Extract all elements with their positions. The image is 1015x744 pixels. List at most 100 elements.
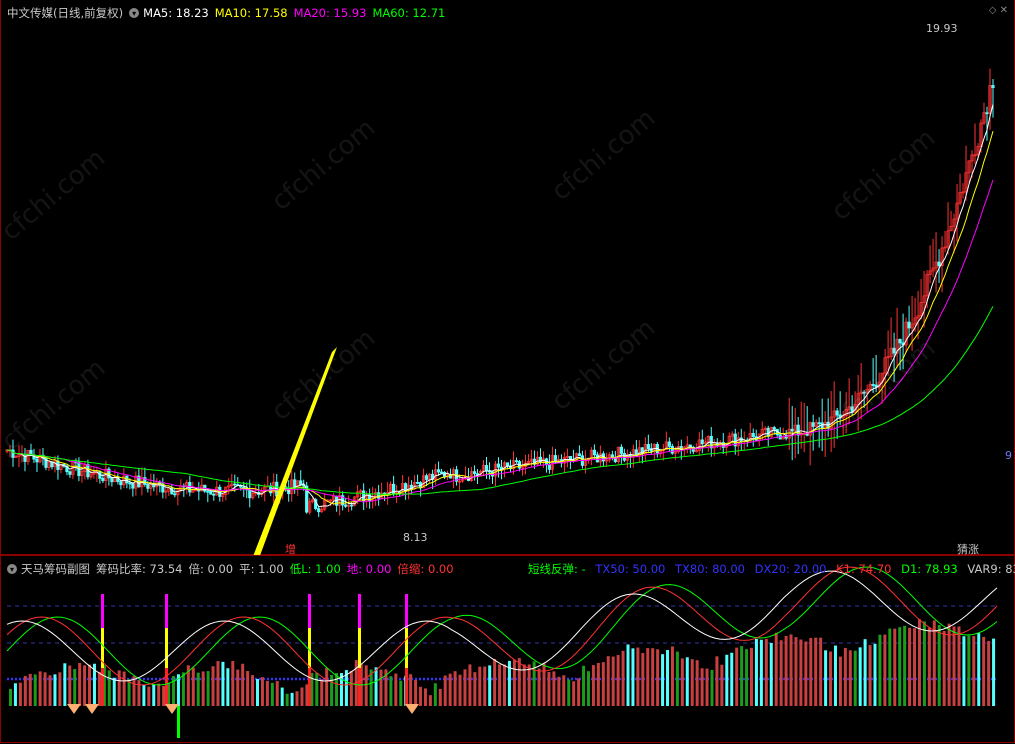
candle-body bbox=[173, 493, 177, 496]
volume-bar bbox=[275, 681, 279, 706]
candle-body bbox=[820, 422, 824, 430]
volume-bar bbox=[804, 641, 808, 706]
signal-bar bbox=[405, 668, 408, 706]
volume-bar bbox=[814, 637, 818, 706]
volume-bar bbox=[754, 638, 758, 706]
d1-label: D1: 78.93 bbox=[901, 562, 958, 576]
volume-bar bbox=[680, 658, 684, 706]
candle-body bbox=[299, 480, 303, 486]
volume-bar bbox=[567, 679, 571, 706]
volume-bar bbox=[97, 672, 101, 706]
candle-body bbox=[991, 85, 995, 88]
volume-bar bbox=[557, 676, 561, 706]
chouma-label: 筹码比率: 73.54 bbox=[96, 562, 183, 576]
volume-bar bbox=[922, 621, 926, 706]
volume-bar bbox=[241, 663, 245, 706]
candle-body bbox=[293, 479, 297, 488]
sub-header: ▾ 天马筹码副图 筹码比率: 73.54 倍: 0.00 平: 1.00 低L:… bbox=[7, 561, 460, 577]
main-chart-panel[interactable]: cfchi.com cfchi.com cfchi.com cfchi.com … bbox=[0, 0, 1015, 556]
signal-bar bbox=[165, 668, 168, 706]
volume-bar bbox=[295, 691, 299, 706]
volume-bar bbox=[330, 674, 334, 706]
title[interactable]: 中文传媒(日线,前复权) bbox=[7, 5, 123, 21]
volume-bar bbox=[517, 658, 521, 706]
candle-body bbox=[472, 471, 477, 475]
volume-bar bbox=[616, 655, 620, 706]
candle-body bbox=[344, 504, 348, 507]
volume-bar bbox=[745, 649, 749, 706]
volume-bar bbox=[947, 623, 951, 706]
candle-body bbox=[667, 441, 671, 447]
settings-circle-icon[interactable]: ▾ bbox=[129, 8, 140, 18]
volume-bar bbox=[246, 671, 250, 706]
candle-body bbox=[700, 439, 704, 445]
volume-bar bbox=[759, 639, 763, 706]
candle-body bbox=[212, 493, 216, 496]
volume-bar bbox=[493, 658, 497, 706]
volume-bar bbox=[636, 647, 640, 706]
volume-bar bbox=[596, 662, 600, 706]
volume-bar bbox=[863, 639, 867, 706]
candle-body bbox=[790, 428, 794, 432]
settings-circle-icon[interactable]: ▾ bbox=[7, 564, 17, 574]
window-controls: ◇ ✕ bbox=[989, 5, 1008, 16]
volume-bar bbox=[661, 654, 665, 706]
volume-bar bbox=[394, 673, 398, 706]
yellow-arrow-shaft bbox=[253, 347, 337, 555]
volume-bar bbox=[23, 676, 27, 706]
candle-body bbox=[68, 471, 72, 475]
ma5-label: MA5: 18.23 bbox=[143, 6, 209, 20]
volume-bar bbox=[305, 684, 309, 706]
candle-body bbox=[119, 481, 123, 486]
candle-body bbox=[128, 482, 132, 485]
volume-bar bbox=[132, 676, 136, 706]
volume-bar bbox=[626, 644, 630, 706]
volume-bar bbox=[977, 633, 981, 706]
candlestick-chart[interactable] bbox=[1, 0, 1015, 555]
volume-bar bbox=[107, 670, 111, 706]
candle-body bbox=[415, 482, 420, 484]
volume-bar bbox=[987, 641, 991, 706]
volume-bar bbox=[409, 674, 413, 706]
volume-bar bbox=[280, 687, 284, 706]
candle-body bbox=[362, 490, 366, 502]
volume-bar bbox=[181, 672, 185, 706]
indicator-chart[interactable] bbox=[1, 556, 1015, 744]
candle-body bbox=[811, 422, 815, 427]
candle-body bbox=[475, 473, 480, 476]
volume-bar bbox=[498, 664, 502, 706]
volume-bar bbox=[957, 626, 961, 706]
ma20-line bbox=[6, 179, 994, 503]
diamond-icon[interactable]: ◇ bbox=[989, 5, 997, 16]
candle-body bbox=[646, 444, 650, 450]
sub-title[interactable]: 天马筹码副图 bbox=[21, 561, 90, 577]
beisuo-label: 倍缩: 0.00 bbox=[397, 562, 454, 576]
ma60-label: MA60: 12.71 bbox=[372, 6, 446, 20]
volume-bar bbox=[779, 640, 783, 706]
volume-bar bbox=[349, 671, 353, 706]
volume-bar bbox=[483, 666, 487, 706]
volume-bar bbox=[63, 663, 67, 706]
high-price-label: 19.93 bbox=[926, 22, 958, 35]
volume-bar bbox=[43, 672, 47, 706]
k1-label: K1: 74.70 bbox=[836, 562, 892, 576]
volume-bar bbox=[710, 669, 714, 706]
volume-bar bbox=[789, 634, 793, 706]
var9-line bbox=[6, 570, 998, 682]
volume-bar bbox=[690, 659, 694, 706]
volume-bar bbox=[750, 647, 753, 706]
candle-body bbox=[496, 463, 501, 468]
volume-bar bbox=[137, 680, 141, 706]
volume-bar bbox=[191, 667, 195, 706]
volume-bar bbox=[942, 631, 946, 706]
volume-bar bbox=[379, 669, 383, 706]
volume-bar bbox=[577, 678, 581, 706]
volume-bar bbox=[562, 675, 566, 706]
volume-bar bbox=[88, 664, 92, 706]
candle-body bbox=[892, 347, 896, 354]
close-icon[interactable]: ✕ bbox=[1000, 5, 1008, 16]
volume-bar bbox=[898, 627, 902, 706]
volume-bar bbox=[651, 648, 655, 706]
candle-body bbox=[484, 465, 489, 472]
indicator-panel[interactable]: ▾ 天马筹码副图 筹码比率: 73.54 倍: 0.00 平: 1.00 低L:… bbox=[0, 555, 1015, 743]
